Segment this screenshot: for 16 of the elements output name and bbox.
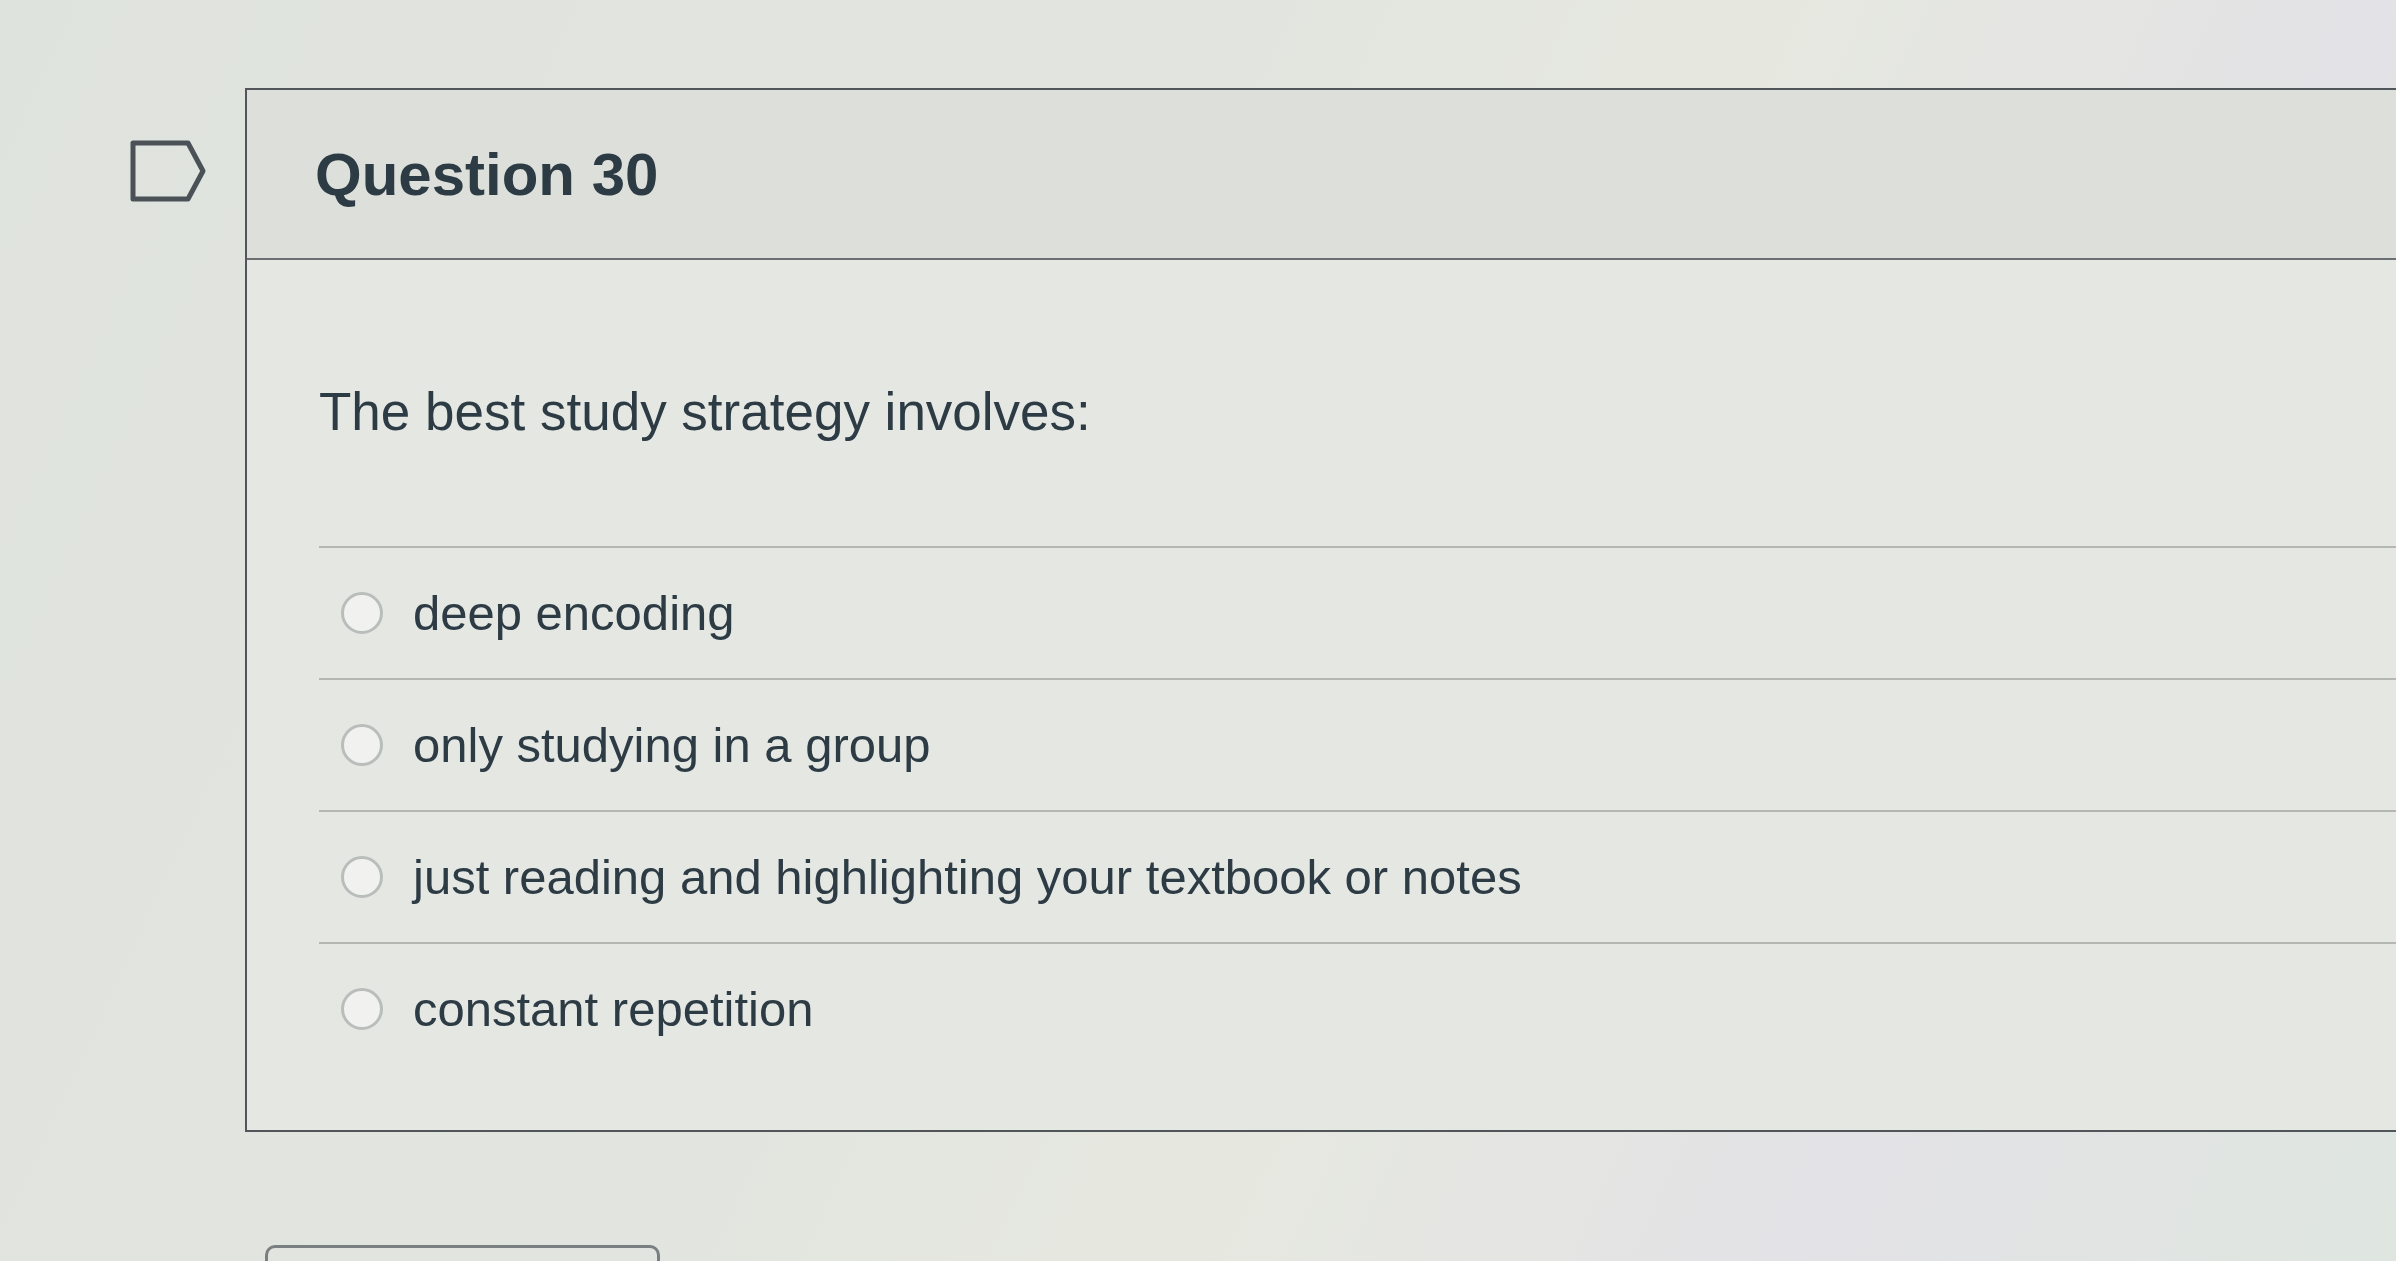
question-title: Question 30 bbox=[315, 139, 659, 209]
radio-button[interactable] bbox=[341, 856, 383, 898]
question-text: The best study strategy involves: bbox=[319, 381, 1092, 443]
answer-label: only studying in a group bbox=[413, 717, 931, 773]
answer-label: constant repetition bbox=[413, 981, 814, 1037]
answer-option[interactable]: only studying in a group bbox=[319, 678, 2396, 810]
answer-option[interactable]: constant repetition bbox=[319, 942, 2396, 1074]
tag-icon[interactable] bbox=[130, 140, 206, 202]
cut-off-button[interactable] bbox=[265, 1245, 660, 1261]
radio-button[interactable] bbox=[341, 724, 383, 766]
radio-button[interactable] bbox=[341, 988, 383, 1030]
answer-option[interactable]: just reading and highlighting your textbook or notes bbox=[319, 810, 2396, 942]
radio-button[interactable] bbox=[341, 592, 383, 634]
answer-label: deep encoding bbox=[413, 585, 735, 641]
answer-label: just reading and highlighting your textbook or notes bbox=[413, 849, 1522, 905]
answer-option[interactable]: deep encoding bbox=[319, 546, 2396, 678]
